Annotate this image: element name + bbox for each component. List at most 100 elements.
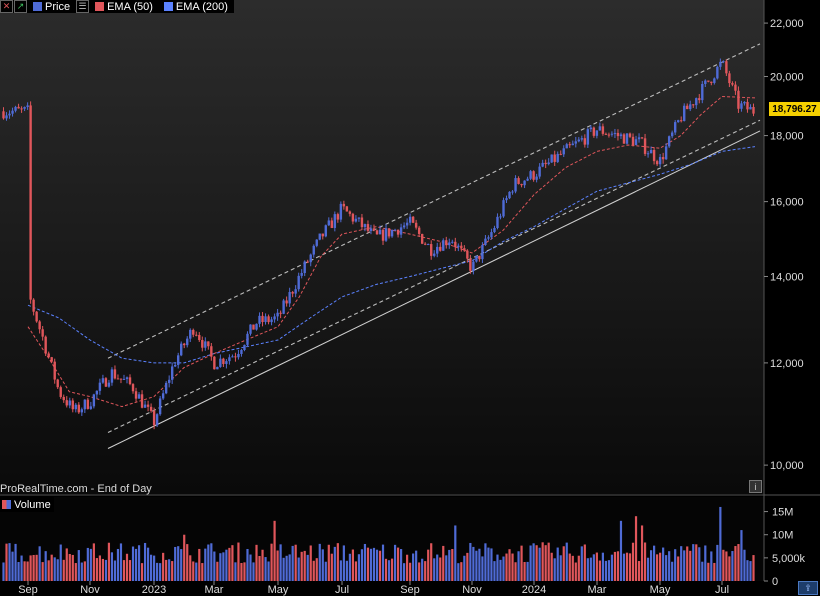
candle-body <box>5 115 8 119</box>
volume-bar <box>59 544 62 581</box>
candle-body <box>457 245 460 248</box>
candle-body <box>56 379 59 388</box>
time-tick-label: Mar <box>588 584 607 596</box>
volume-bar <box>665 555 668 581</box>
candle-body <box>637 137 641 140</box>
candle-body <box>535 176 538 180</box>
candle-body <box>143 404 147 408</box>
volume-bar <box>258 556 261 581</box>
volume-bar <box>156 562 159 581</box>
indicator-list-icon[interactable]: ☰ <box>76 0 90 13</box>
volume-bar <box>86 547 89 581</box>
volume-bar <box>345 560 348 581</box>
volume-bar <box>186 544 189 581</box>
info-icon[interactable]: i <box>749 480 762 493</box>
volume-bar <box>722 549 725 581</box>
volume-bar <box>231 545 234 581</box>
volume-bar <box>698 547 701 581</box>
candle-body <box>553 154 556 162</box>
candle-body <box>2 111 5 119</box>
volume-bar <box>556 547 559 581</box>
volume-bar <box>553 558 556 581</box>
time-tick-label: May <box>650 584 671 596</box>
candle-body <box>399 227 403 235</box>
volume-bar <box>192 561 195 581</box>
candle-body <box>369 228 373 231</box>
volume-bar <box>469 542 472 581</box>
candle-body <box>411 216 415 223</box>
candle-body <box>74 404 77 410</box>
candle-body <box>541 162 544 167</box>
trend-arrow-icon[interactable]: ↗ <box>14 0 27 13</box>
candle-body <box>610 133 614 135</box>
volume-bar <box>616 551 620 581</box>
volume-bar <box>65 548 68 581</box>
candle-body <box>746 101 749 110</box>
volume-bar <box>71 554 74 581</box>
volume-bar <box>321 549 324 581</box>
ema200-legend-label[interactable]: EMA (200) <box>176 1 228 13</box>
volume-bar <box>50 554 53 581</box>
candle-body <box>414 222 418 228</box>
volume-bar <box>315 558 318 581</box>
ema50-legend-label[interactable]: EMA (50) <box>107 1 153 13</box>
candle-body <box>336 214 340 220</box>
candle-body <box>29 105 32 300</box>
candle-body <box>255 323 258 330</box>
candle-body <box>327 220 331 226</box>
scroll-to-end-icon[interactable]: ⇪ <box>798 581 818 595</box>
volume-bar <box>309 545 312 581</box>
volume-bar <box>62 559 65 581</box>
candle-body <box>276 312 279 317</box>
volume-legend-label[interactable]: Volume <box>14 499 51 511</box>
time-tick-label: Sep <box>400 584 420 596</box>
volume-bar <box>149 554 153 581</box>
candle-body <box>673 122 677 133</box>
candle-body <box>104 378 108 387</box>
chart-canvas[interactable]: 10,000 12,000 14,000 16,000 18,000 20,000 22,0… <box>0 0 820 596</box>
remove-indicator-icon[interactable]: ✕ <box>0 0 13 13</box>
last-price-tag: 18,796.27 <box>769 102 820 116</box>
volume-bar <box>20 555 23 581</box>
volume-bar <box>659 552 662 581</box>
volume-bar <box>279 544 282 581</box>
volume-bar <box>496 554 499 581</box>
candle-body <box>676 120 680 123</box>
volume-bar <box>652 545 656 581</box>
volume-bar <box>273 520 276 581</box>
volume-bar <box>399 549 403 581</box>
price-legend-label[interactable]: Price <box>45 1 70 13</box>
volume-bar <box>674 549 677 581</box>
candle-body <box>243 344 246 350</box>
candle-body <box>258 315 261 324</box>
volume-bar <box>526 561 529 581</box>
candle-body <box>695 98 698 106</box>
candle-body <box>628 133 632 137</box>
candle-body <box>631 136 635 146</box>
candle-body <box>372 228 376 231</box>
volume-bar <box>207 544 210 581</box>
volume-bar <box>743 549 746 581</box>
candle-body <box>577 139 580 142</box>
candle-body <box>634 139 638 146</box>
candle-body <box>219 358 222 367</box>
candle-body <box>487 237 490 239</box>
time-tick-label: 2024 <box>522 584 546 596</box>
candle-body <box>686 105 689 110</box>
volume-bar <box>463 555 466 581</box>
volume-bar <box>406 554 409 581</box>
candle-body <box>511 191 514 193</box>
volume-bar <box>499 559 502 581</box>
candle-body <box>23 107 26 109</box>
volume-bar <box>752 555 755 581</box>
candle-body <box>393 229 397 231</box>
volume-bar <box>372 547 376 581</box>
volume-bar <box>637 561 641 581</box>
candle-body <box>137 394 141 399</box>
candle-body <box>222 358 225 364</box>
candle-body <box>155 414 159 426</box>
candle-body <box>707 80 710 82</box>
volume-bar <box>282 557 285 581</box>
volume-bar <box>746 560 749 581</box>
price-tick-label: 12,000 <box>770 358 804 370</box>
